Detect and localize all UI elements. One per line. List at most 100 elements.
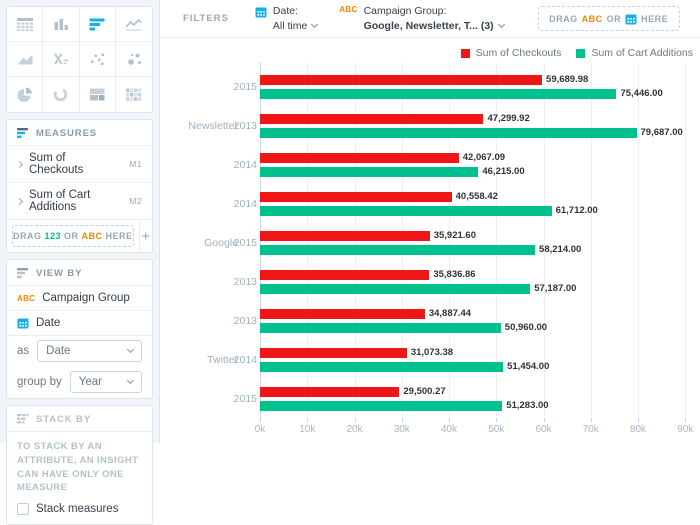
vis-type-treemap[interactable] — [80, 77, 116, 112]
bar-checkouts[interactable] — [260, 309, 425, 319]
date-dimension-select[interactable]: Date — [37, 340, 142, 362]
stack-measures-label: Stack measures — [36, 503, 118, 515]
bar-value-label: 57,187.00 — [534, 284, 576, 294]
bar-value-label: 40,558.42 — [456, 192, 498, 202]
bar-cart-additions[interactable] — [260, 362, 503, 372]
stack-by-bucket: STACK BY TO STACK BY AN ATTRIBUTE, AN IN… — [6, 405, 153, 525]
vis-type-donut-chart[interactable] — [43, 77, 79, 112]
measure-item-cart-additions[interactable]: Sum of Cart Additions M2 — [7, 183, 152, 220]
x-axis-tick — [544, 418, 545, 422]
bar-cart-additions[interactable] — [260, 128, 637, 138]
bar-value-label: 35,836.86 — [433, 270, 475, 280]
legend-item-cart-additions[interactable]: Sum of Cart Additions — [576, 47, 693, 59]
date-filter[interactable]: Date: All time — [255, 4, 317, 32]
bar-value-label: 75,446.00 — [620, 89, 662, 99]
filters-label: FILTERS — [183, 13, 229, 24]
vis-type-heatmap[interactable] — [116, 77, 152, 112]
sidebar: MEASURES Sum of Checkouts M1 Sum of Cart… — [0, 0, 160, 443]
add-measure-button[interactable]: + — [139, 220, 152, 252]
campaign-filter-value: Google, Newsletter, T... (3) — [364, 19, 494, 33]
drop-word: OR — [607, 14, 622, 24]
measure-badge: M1 — [129, 159, 142, 169]
bar-checkouts[interactable] — [260, 387, 399, 397]
vis-type-headline[interactable] — [43, 42, 79, 77]
year-label: 2015 — [160, 81, 257, 93]
stack-by-note: TO STACK BY AN ATTRIBUTE, AN INSIGHT CAN… — [7, 432, 152, 501]
view-by-item-date[interactable]: Date — [7, 311, 152, 336]
date-filter-value: All time — [273, 19, 307, 33]
legend-label: Sum of Checkouts — [476, 47, 562, 59]
year-label: 2014 — [160, 354, 257, 366]
bar-value-label: 42,067.09 — [463, 153, 505, 163]
bar-value-label: 79,687.00 — [641, 128, 683, 138]
year-label: 2015 — [160, 237, 257, 249]
bar-checkouts[interactable] — [260, 153, 459, 163]
gridline — [638, 62, 639, 418]
stack-by-title: STACK BY — [36, 414, 91, 425]
bar-cart-additions[interactable] — [260, 167, 478, 177]
vis-type-scatter-plot[interactable] — [80, 42, 116, 77]
calendar-icon — [255, 4, 267, 32]
x-axis-tick-label: 10k — [287, 424, 327, 435]
granularity-select[interactable]: Year — [70, 371, 142, 393]
drop-word: HERE — [106, 231, 133, 241]
chevron-right-icon[interactable] — [16, 160, 23, 167]
year-label: 2013 — [160, 120, 257, 132]
as-label: as — [17, 345, 29, 357]
year-label: 2014 — [160, 198, 257, 210]
vis-type-line-chart[interactable] — [116, 7, 152, 42]
vis-type-area-chart[interactable] — [7, 42, 43, 77]
campaign-group-filter[interactable]: ABC Campaign Group: Google, Newsletter, … — [339, 4, 503, 32]
select-value: Date — [46, 345, 70, 357]
main-area: FILTERS Date: All time ABC Campaign Grou… — [160, 0, 700, 443]
bar-value-label: 35,921.60 — [434, 231, 476, 241]
measure-label: Sum of Checkouts — [29, 152, 122, 176]
measure-item-checkouts[interactable]: Sum of Checkouts M1 — [7, 146, 152, 183]
bar-value-label: 47,299.92 — [487, 114, 529, 124]
calendar-icon — [17, 317, 29, 329]
x-axis-tick-label: 60k — [524, 424, 564, 435]
bar-cart-additions[interactable] — [260, 206, 552, 216]
bar-cart-additions[interactable] — [260, 323, 501, 333]
view-by-label: Date — [36, 317, 60, 329]
bar-cart-additions[interactable] — [260, 245, 535, 255]
bar-checkouts[interactable] — [260, 270, 429, 280]
chevron-down-icon — [127, 346, 134, 353]
measures-icon — [17, 127, 29, 139]
abc-icon: ABC — [339, 4, 357, 32]
donut-chart-icon — [52, 86, 69, 103]
bar-checkouts[interactable] — [260, 114, 483, 124]
drop-word: OR — [64, 231, 79, 241]
gridline — [685, 62, 686, 418]
vis-type-bubble-chart[interactable] — [116, 42, 152, 77]
year-label: 2013 — [160, 315, 257, 327]
bar-value-label: 51,454.00 — [507, 362, 549, 372]
bar-cart-additions[interactable] — [260, 284, 530, 294]
x-axis-tick — [638, 418, 639, 422]
bar-checkouts[interactable] — [260, 348, 407, 358]
bar-checkouts[interactable] — [260, 192, 452, 202]
bar-checkouts[interactable] — [260, 75, 542, 85]
vis-type-table[interactable] — [7, 7, 43, 42]
legend-item-checkouts[interactable]: Sum of Checkouts — [461, 47, 562, 59]
bar-cart-additions[interactable] — [260, 401, 502, 411]
chevron-right-icon[interactable] — [16, 197, 23, 204]
view-by-item-campaign-group[interactable]: ABC Campaign Group — [7, 286, 152, 311]
vis-type-pie-chart[interactable] — [7, 77, 43, 112]
x-axis-tick-label: 40k — [429, 424, 469, 435]
bar-checkouts[interactable] — [260, 231, 430, 241]
vis-type-column-chart[interactable] — [43, 7, 79, 42]
filter-drop-zone[interactable]: DRAG ABC OR HERE — [538, 6, 680, 31]
view-by-title: VIEW BY — [36, 268, 82, 279]
x-axis-tick — [685, 418, 686, 422]
bar-cart-additions[interactable] — [260, 89, 616, 99]
measures-header: MEASURES — [7, 120, 152, 146]
stack-measures-checkbox[interactable] — [17, 503, 29, 515]
vis-type-bar-chart[interactable] — [80, 7, 116, 42]
pie-chart-icon — [16, 86, 33, 103]
bar-value-label: 58,214.00 — [539, 245, 581, 255]
abc-icon: ABC — [82, 231, 103, 241]
measures-drop-zone[interactable]: DRAG 123 OR ABC HERE — [12, 225, 134, 247]
measure-label: Sum of Cart Additions — [29, 189, 122, 213]
measures-title: MEASURES — [36, 128, 97, 139]
